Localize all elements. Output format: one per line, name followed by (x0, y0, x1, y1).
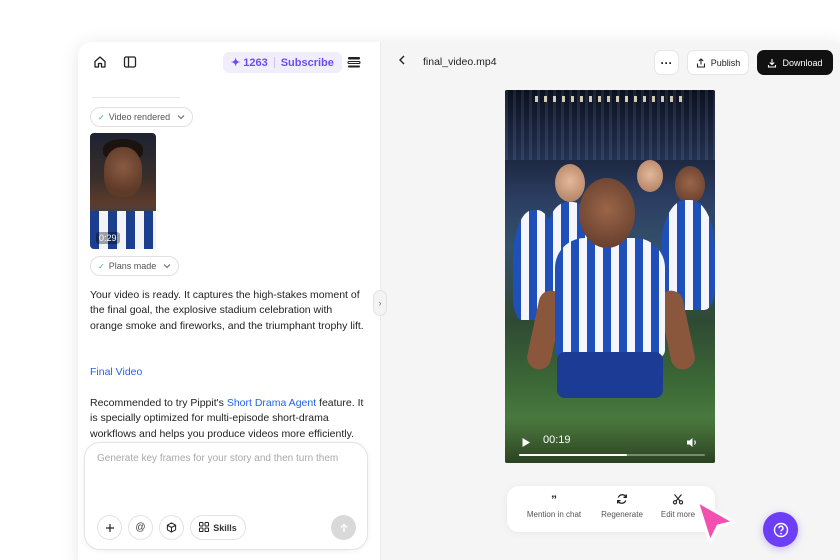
skills-label: Skills (213, 522, 237, 533)
pointer-cursor-icon (694, 498, 738, 551)
teammate-head (637, 160, 663, 192)
credits-divider (273, 57, 275, 68)
divider (92, 97, 180, 98)
main-player-head (579, 178, 635, 248)
main-player-jersey (555, 238, 665, 358)
sidebar-toggle-icon[interactable] (120, 52, 140, 72)
short-drama-agent-link[interactable]: Short Drama Agent (227, 397, 316, 409)
plans-made-label: Plans made (108, 261, 157, 271)
main-player-shorts (557, 352, 663, 398)
credits-count: 1263 (243, 56, 268, 69)
mention-in-chat-button[interactable]: ” Mention in chat (519, 493, 589, 519)
skills-grid-icon (199, 521, 210, 534)
publish-button[interactable]: Publish (687, 50, 749, 75)
check-icon: ✓ (98, 261, 105, 271)
recommendation-message: Recommended to try Pippit's Short Drama … (90, 396, 366, 442)
plans-made-status[interactable]: ✓ Plans made (90, 256, 180, 276)
chat-topbar: ✦ 1263 Subscribe (78, 42, 380, 82)
more-button[interactable]: ··· (654, 50, 679, 75)
model-button[interactable] (159, 515, 184, 540)
video-progress-bar[interactable] (519, 454, 705, 456)
video-controls: 00:19 (505, 417, 715, 463)
preview-panel: final_video.mp4 ··· Publish Download 00:… (381, 42, 840, 560)
back-button[interactable] (397, 54, 407, 69)
cube-icon (166, 522, 177, 533)
stack-menu-icon[interactable] (346, 54, 362, 75)
progress-fill (519, 454, 627, 456)
video-player[interactable]: 00:19 (505, 90, 715, 463)
teammate-head (555, 164, 585, 202)
quote-icon: ” (551, 493, 557, 507)
video-rendered-label: Video rendered (108, 112, 171, 122)
download-button[interactable]: Download (757, 50, 833, 75)
publish-label: Publish (710, 57, 741, 68)
subscribe-link[interactable]: Subscribe (281, 57, 334, 69)
mention-button[interactable]: @ (128, 515, 153, 540)
video-time: 00:19 (543, 434, 571, 446)
teammate-head (675, 166, 705, 204)
share-icon (696, 57, 705, 68)
stadium-lights (535, 96, 685, 102)
home-icon[interactable] (90, 52, 110, 72)
refresh-icon (595, 493, 649, 507)
final-video-paragraph: Final Video (90, 365, 366, 380)
skills-button[interactable]: Skills (190, 515, 246, 540)
add-button[interactable] (97, 515, 122, 540)
download-icon (768, 58, 777, 68)
arrow-up-icon (339, 523, 348, 532)
at-icon: @ (135, 522, 146, 533)
file-name: final_video.mp4 (423, 56, 497, 68)
send-button[interactable] (331, 515, 356, 540)
final-video-link[interactable]: Final Video (90, 366, 142, 378)
regenerate-label: Regenerate (601, 510, 643, 519)
check-icon: ✓ (98, 112, 105, 122)
video-action-bar: ” Mention in chat Regenerate Edit more (507, 486, 715, 532)
help-button[interactable] (763, 512, 798, 547)
chevron-right-icon: › (378, 298, 382, 308)
prompt-input[interactable]: Generate key frames for your story and t… (97, 453, 361, 464)
video-rendered-status[interactable]: ✓ Video rendered (90, 107, 194, 127)
thumbnail-duration: 0:29 (96, 232, 120, 244)
credits-badge[interactable]: ✦ 1263 Subscribe (223, 52, 342, 73)
chevron-down-icon (177, 112, 185, 122)
regenerate-button[interactable]: Regenerate (595, 493, 649, 519)
chevron-left-icon (399, 55, 405, 65)
plus-icon (105, 523, 114, 532)
assistant-message: Your video is ready. It captures the hig… (90, 289, 364, 332)
sparkle-icon: ✦ (231, 57, 241, 69)
recommend-prefix: Recommended to try Pippit's (90, 397, 227, 409)
question-icon (773, 522, 788, 537)
video-thumbnail[interactable]: 0:29 (90, 133, 156, 249)
mention-label: Mention in chat (526, 510, 582, 519)
thumbnail-face (104, 147, 142, 197)
ellipsis-icon: ··· (660, 55, 673, 70)
collapse-panel-button[interactable]: › (373, 290, 387, 316)
download-label: Download (782, 57, 823, 68)
app-window: ✦ 1263 Subscribe ✓ Video rendered 0:29 ✓… (78, 42, 840, 560)
play-icon[interactable] (521, 435, 531, 453)
edit-more-label: Edit more (660, 510, 696, 519)
volume-icon[interactable] (686, 435, 698, 453)
chat-composer: Generate key frames for your story and t… (84, 442, 368, 550)
chat-panel: ✦ 1263 Subscribe ✓ Video rendered 0:29 ✓… (78, 42, 381, 560)
chevron-down-icon (163, 261, 171, 271)
